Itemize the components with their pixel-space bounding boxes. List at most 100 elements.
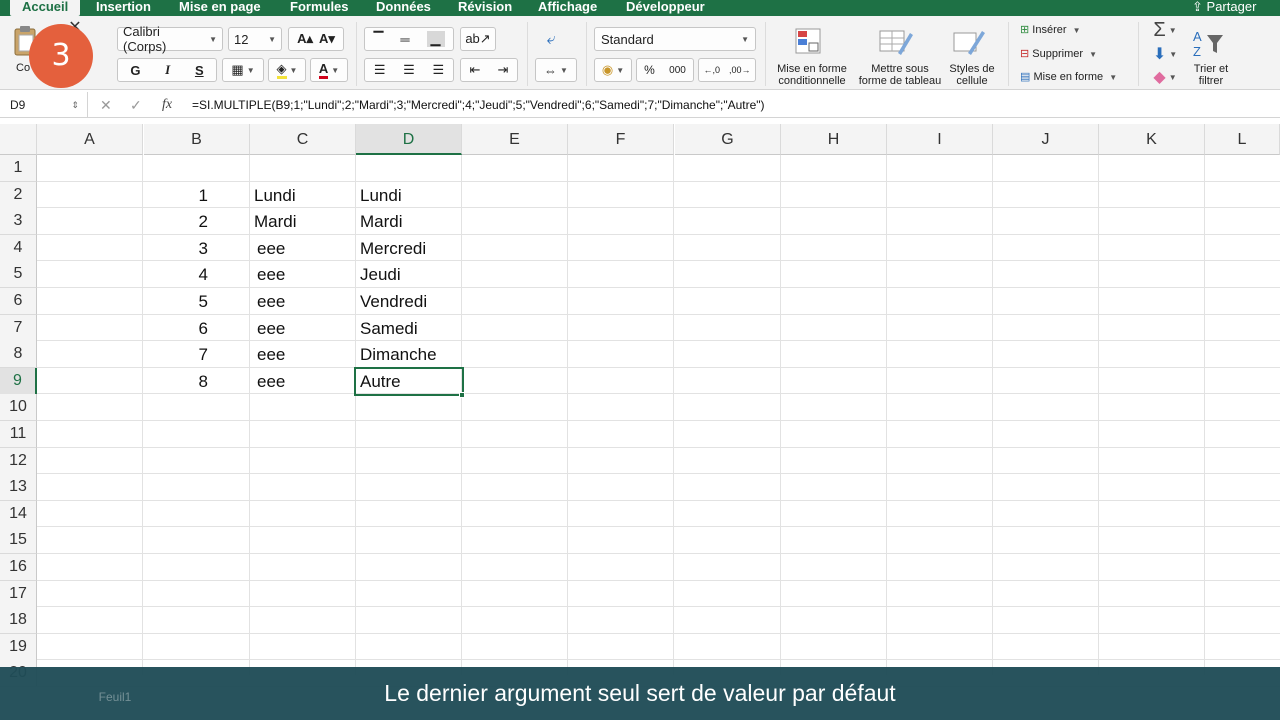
row-header-11[interactable]: 11 xyxy=(0,421,37,448)
format-as-table-icon[interactable] xyxy=(876,26,916,58)
row-header-2[interactable]: 2 xyxy=(0,181,37,209)
tab-developpeur[interactable]: Développeur xyxy=(626,0,705,16)
autosum-icon[interactable]: Σ ▼ xyxy=(1150,19,1180,41)
cell-d3[interactable]: Mardi xyxy=(360,208,458,234)
cell-b3[interactable]: 2 xyxy=(144,208,208,234)
formula-input[interactable]: =SI.MULTIPLE(B9;1;"Lundi";2;"Mardi";3;"M… xyxy=(192,92,765,118)
conditional-formatting-icon[interactable] xyxy=(792,26,828,58)
fill-handle[interactable] xyxy=(459,392,465,398)
column-header-e[interactable]: E xyxy=(462,124,568,155)
sort-filter-icon[interactable]: AZ xyxy=(1190,26,1232,60)
cell-c3[interactable]: Mardi xyxy=(254,208,352,234)
cell-b8[interactable]: 7 xyxy=(144,341,208,367)
font-name-select[interactable]: Calibri (Corps) ▼ xyxy=(117,24,223,54)
underline-button[interactable]: S xyxy=(195,63,204,78)
row-header-8[interactable]: 8 xyxy=(0,341,37,369)
insert-cells-button[interactable]: ⊞ Insérer ▼ xyxy=(1020,24,1081,37)
row-header-17[interactable]: 17 xyxy=(0,580,37,608)
increase-font-icon[interactable]: A▴ xyxy=(297,31,313,47)
cell-b6[interactable]: 5 xyxy=(144,288,208,314)
cell-c6[interactable]: eee xyxy=(257,288,355,314)
tab-affichage[interactable]: Affichage xyxy=(538,0,597,16)
tab-mise-en-page[interactable]: Mise en page xyxy=(179,0,261,16)
cell-c2[interactable]: Lundi xyxy=(254,182,352,208)
orientation-button[interactable]: ab↗ xyxy=(460,27,496,51)
cell-c4[interactable]: eee xyxy=(257,235,355,261)
row-header-16[interactable]: 16 xyxy=(0,554,37,581)
row-header-14[interactable]: 14 xyxy=(0,500,37,528)
increase-indent-icon[interactable]: ⇥ xyxy=(498,62,509,78)
column-header-i[interactable]: I xyxy=(887,124,993,155)
column-header-l[interactable]: L xyxy=(1205,124,1280,155)
sort-filter-label[interactable]: Trier et filtrer xyxy=(1182,63,1240,87)
column-header-k[interactable]: K xyxy=(1099,124,1205,155)
row-header-18[interactable]: 18 xyxy=(0,607,37,635)
row-header-4[interactable]: 4 xyxy=(0,234,37,262)
row-header-10[interactable]: 10 xyxy=(0,394,37,422)
sheet-tab[interactable]: Feuil1 xyxy=(70,684,160,710)
accounting-format-button[interactable]: ◉ ▼ xyxy=(594,58,632,82)
align-middle-icon[interactable]: ═ xyxy=(400,32,409,47)
decrease-decimal-icon[interactable]: ,00→ xyxy=(729,65,751,75)
cell-styles-label[interactable]: Styles de cellule xyxy=(942,63,1002,87)
tab-revision[interactable]: Révision xyxy=(458,0,512,16)
share-button[interactable]: ⇪ Partager xyxy=(1192,0,1256,16)
row-header-15[interactable]: 15 xyxy=(0,527,37,555)
font-size-buttons[interactable]: A▴ A▾ xyxy=(288,27,344,51)
borders-button[interactable]: ▦ ▼ xyxy=(222,58,264,82)
cell-c5[interactable]: eee xyxy=(257,261,355,287)
cell-d2[interactable]: Lundi xyxy=(360,182,458,208)
merge-cells-button[interactable]: ⇔ ▼ xyxy=(535,58,577,82)
column-header-f[interactable]: F xyxy=(568,124,674,155)
column-header-b[interactable]: B xyxy=(144,124,250,155)
font-size-select[interactable]: 12 ▼ xyxy=(228,27,282,51)
cell-b2[interactable]: 1 xyxy=(144,182,208,208)
cancel-icon[interactable]: ✕ xyxy=(100,92,112,118)
format-as-table-label[interactable]: Mettre sous forme de tableau xyxy=(856,63,944,87)
tab-insertion[interactable]: Insertion xyxy=(96,0,151,16)
increase-decimal-icon[interactable]: ←,0 xyxy=(703,65,720,75)
tab-formules[interactable]: Formules xyxy=(290,0,349,16)
cell-c7[interactable]: eee xyxy=(257,315,355,341)
row-header-7[interactable]: 7 xyxy=(0,314,37,342)
row-header-9[interactable]: 9 xyxy=(0,367,37,395)
cell-b9[interactable]: 8 xyxy=(144,368,208,394)
cell-b5[interactable]: 4 xyxy=(144,261,208,287)
cell-d5[interactable]: Jeudi xyxy=(360,261,458,287)
row-header-3[interactable]: 3 xyxy=(0,208,37,236)
cell-d7[interactable]: Samedi xyxy=(360,315,458,341)
italic-button[interactable]: I xyxy=(165,62,170,78)
percent-button[interactable]: % xyxy=(644,63,655,77)
delete-cells-button[interactable]: ⊟ Supprimer ▼ xyxy=(1020,48,1097,61)
wrap-text-icon[interactable]: ⤶ xyxy=(538,30,564,50)
thousands-button[interactable]: 000 xyxy=(669,65,686,76)
cell-d4[interactable]: Mercredi xyxy=(360,235,458,261)
tab-accueil[interactable]: Accueil xyxy=(10,0,81,16)
align-bottom-icon[interactable]: ▁ xyxy=(426,31,445,47)
cell-c8[interactable]: eee xyxy=(257,341,355,367)
column-header-a[interactable]: A xyxy=(37,124,143,155)
align-right-icon[interactable]: ☰ xyxy=(432,62,444,78)
cell-d8[interactable]: Dimanche xyxy=(360,341,458,367)
fill-icon[interactable]: ⬇ ▼ xyxy=(1150,44,1180,64)
row-header-12[interactable]: 12 xyxy=(0,447,37,475)
font-color-button[interactable]: A ▼ xyxy=(310,58,348,82)
align-left-icon[interactable]: ☰ xyxy=(374,62,386,78)
cell-styles-icon[interactable] xyxy=(950,26,990,58)
worksheet-grid[interactable]: ABCDEFGHIJKL 1 2 3 4 5 6 7 8 9 10 11 12 13 14 15 16 17 18… xyxy=(0,124,1280,688)
row-header-19[interactable]: 19 xyxy=(0,633,37,661)
cell-d6[interactable]: Vendredi xyxy=(360,288,458,314)
cell-b7[interactable]: 6 xyxy=(144,315,208,341)
number-format-select[interactable]: Standard ▼ xyxy=(594,27,756,51)
name-box[interactable]: D9 ⇕ xyxy=(0,92,88,118)
format-cells-button[interactable]: ▤ Mise en forme ▼ xyxy=(1020,71,1117,84)
row-header-6[interactable]: 6 xyxy=(0,288,37,315)
column-header-c[interactable]: C xyxy=(250,124,356,155)
decrease-indent-icon[interactable]: ⇤ xyxy=(470,62,481,78)
confirm-icon[interactable]: ✓ xyxy=(130,92,142,118)
tab-donnees[interactable]: Données xyxy=(376,0,431,16)
align-top-icon[interactable]: ▔ xyxy=(373,31,383,47)
bold-button[interactable]: G xyxy=(130,63,140,78)
row-header-1[interactable]: 1 xyxy=(0,155,37,182)
decrease-font-icon[interactable]: A▾ xyxy=(319,31,335,47)
